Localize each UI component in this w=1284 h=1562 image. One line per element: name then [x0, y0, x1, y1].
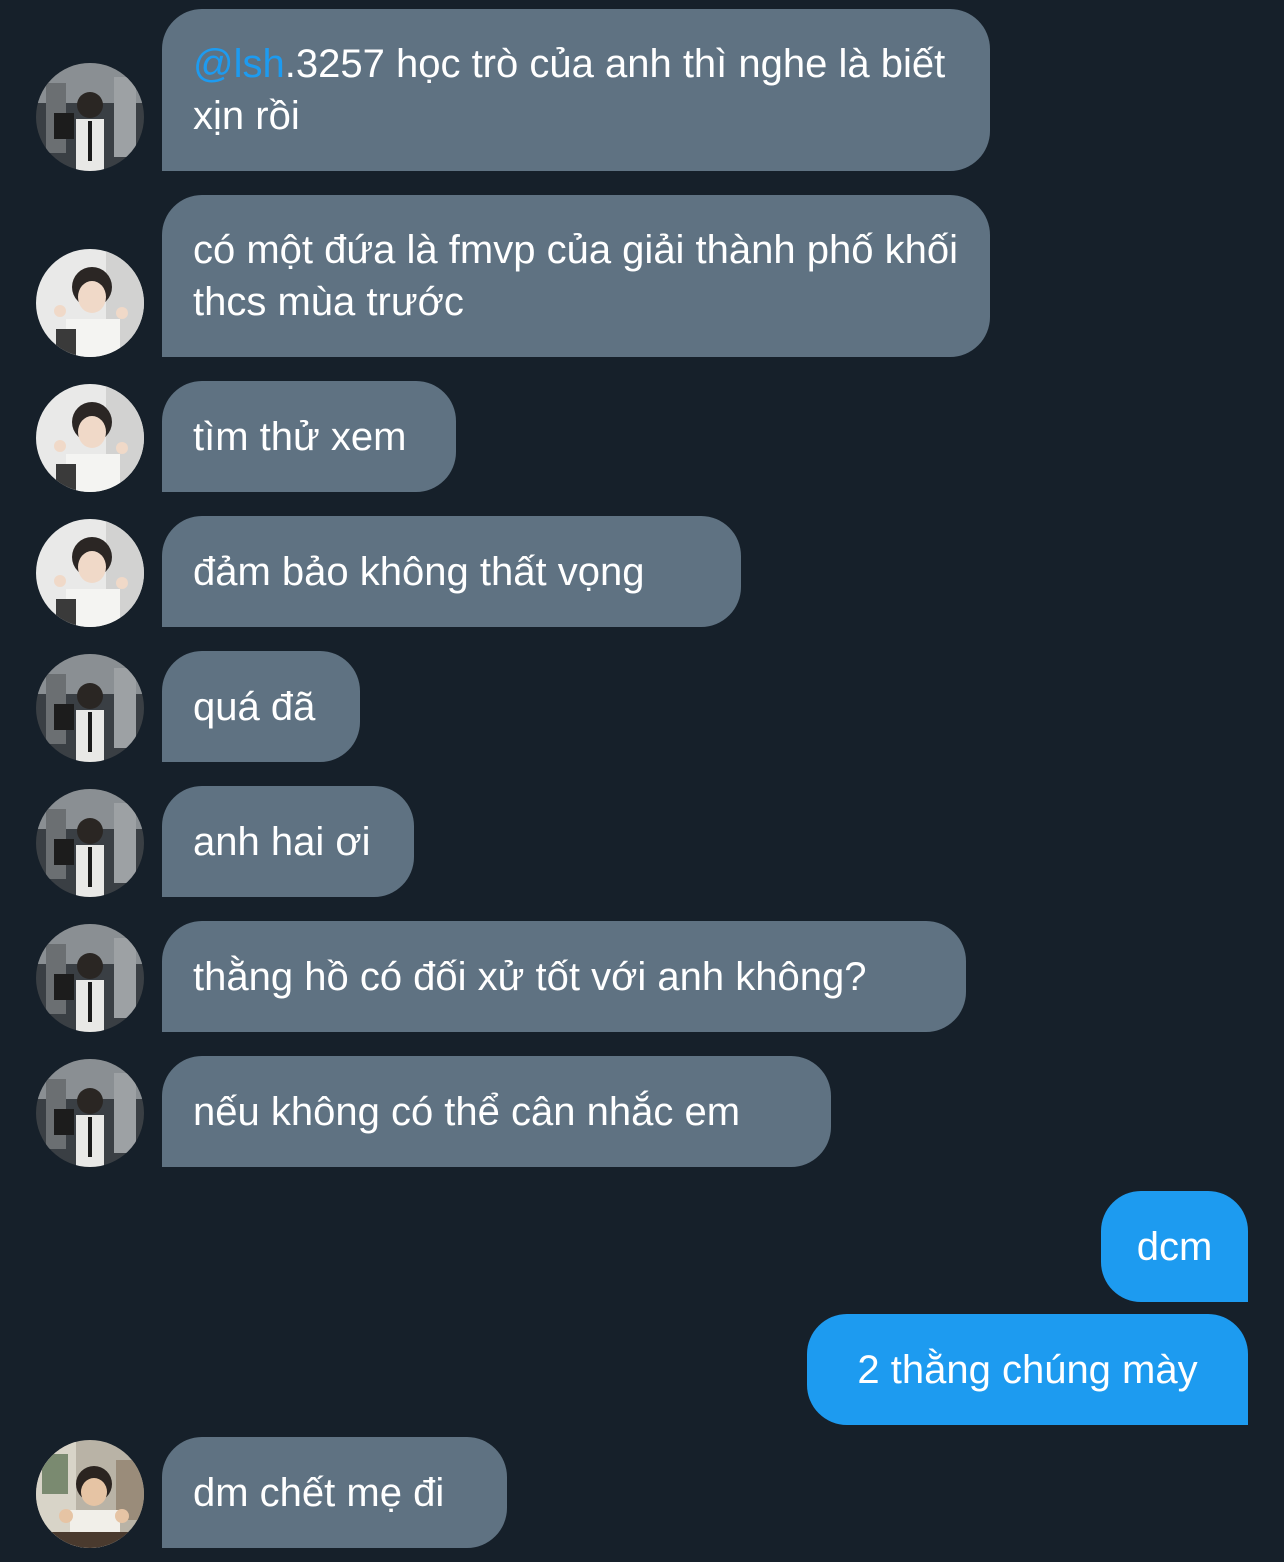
sender-avatar[interactable]	[36, 63, 144, 171]
avatar-photo-a-icon	[36, 654, 144, 762]
sender-avatar[interactable]	[36, 1059, 144, 1167]
incoming-message[interactable]: quá đã	[162, 651, 360, 762]
outgoing-message[interactable]: dcm	[1101, 1191, 1248, 1302]
sender-avatar[interactable]	[36, 789, 144, 897]
message-text: 2 thằng chúng mày	[857, 1347, 1198, 1392]
dm-conversation: @lsh.3257 học trò của anh thì nghe là bi…	[0, 0, 1284, 1562]
message-text: quá đã	[193, 684, 316, 729]
incoming-message[interactable]: tìm thử xem	[162, 381, 456, 492]
outgoing-message[interactable]: 2 thằng chúng mày	[807, 1314, 1248, 1425]
incoming-message[interactable]: anh hai ơi	[162, 786, 414, 897]
message-text: .3257 học trò của anh thì nghe là biết x…	[193, 42, 946, 138]
avatar-photo-b-icon	[36, 249, 144, 357]
incoming-message[interactable]: @lsh.3257 học trò của anh thì nghe là bi…	[162, 9, 990, 171]
avatar-photo-c-icon	[36, 1440, 144, 1548]
message-text: tìm thử xem	[193, 414, 407, 459]
incoming-message[interactable]: thằng hồ có đối xử tốt với anh không?	[162, 921, 966, 1032]
incoming-message[interactable]: đảm bảo không thất vọng	[162, 516, 741, 627]
avatar-photo-b-icon	[36, 519, 144, 627]
message-text: nếu không có thể cân nhắc em	[193, 1089, 741, 1134]
sender-avatar[interactable]	[36, 384, 144, 492]
sender-avatar[interactable]	[36, 249, 144, 357]
incoming-message[interactable]: nếu không có thể cân nhắc em	[162, 1056, 831, 1167]
message-text: có một đứa là fmvp của giải thành phố kh…	[193, 228, 958, 324]
avatar-photo-b-icon	[36, 384, 144, 492]
avatar-photo-a-icon	[36, 63, 144, 171]
message-text: anh hai ơi	[193, 819, 371, 864]
mention-link[interactable]: @lsh	[193, 42, 285, 86]
sender-avatar[interactable]	[36, 519, 144, 627]
avatar-photo-a-icon	[36, 924, 144, 1032]
sender-avatar[interactable]	[36, 1440, 144, 1548]
message-text: dm chết mẹ đi	[193, 1470, 445, 1515]
incoming-message[interactable]: dm chết mẹ đi	[162, 1437, 507, 1548]
incoming-message[interactable]: có một đứa là fmvp của giải thành phố kh…	[162, 195, 990, 357]
message-text: thằng hồ có đối xử tốt với anh không?	[193, 954, 867, 999]
message-text: dcm	[1136, 1224, 1213, 1269]
avatar-photo-a-icon	[36, 1059, 144, 1167]
message-text: đảm bảo không thất vọng	[193, 549, 645, 594]
sender-avatar[interactable]	[36, 654, 144, 762]
sender-avatar[interactable]	[36, 924, 144, 1032]
avatar-photo-a-icon	[36, 789, 144, 897]
